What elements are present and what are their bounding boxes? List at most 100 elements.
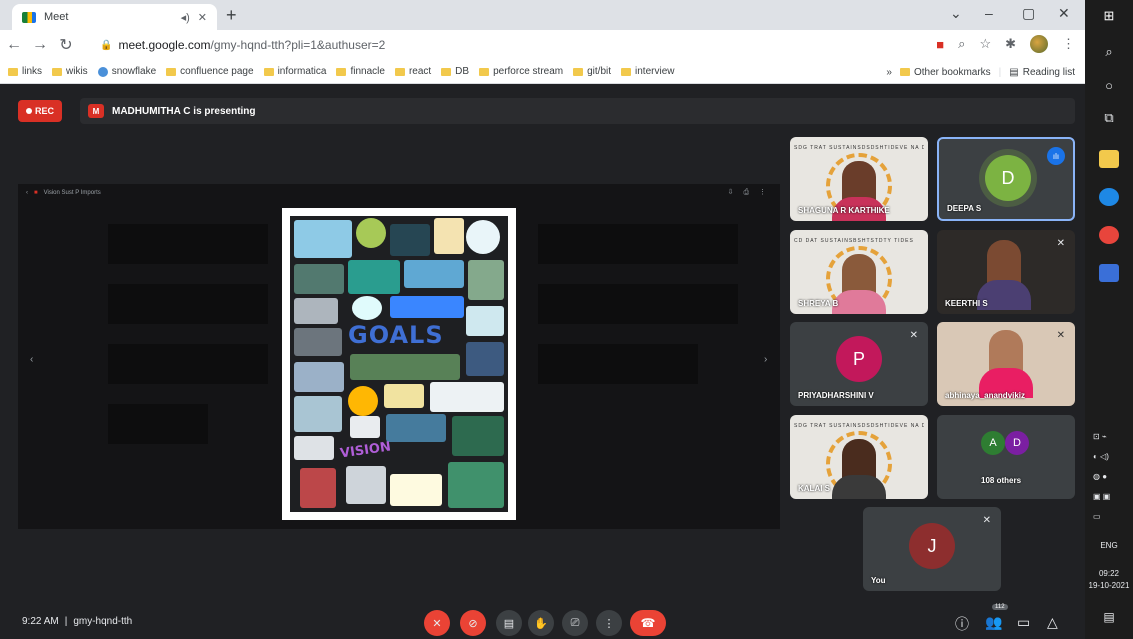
record-dot-icon (25, 108, 32, 114)
next-slide-icon[interactable]: › (764, 354, 767, 365)
profile-avatar[interactable] (1030, 35, 1048, 53)
bookmark-git[interactable]: git/bit (573, 66, 611, 77)
menu-kebab-icon[interactable]: ⋮ (1062, 36, 1075, 52)
zoom-icon[interactable]: ⌕ (958, 36, 965, 52)
tray-app2-icon[interactable]: ▣ ▣ (1093, 492, 1110, 501)
collage-image (466, 342, 504, 376)
participant-tile[interactable]: D ılı DEEPA S (937, 137, 1075, 221)
collage-image (294, 328, 342, 356)
participant-tile[interactable]: P ✕ PRIYADHARSHINI V (790, 322, 928, 406)
globe-icon (97, 66, 108, 77)
bookmark-finnacle[interactable]: finnacle (336, 66, 385, 77)
bookmark-react[interactable]: react (394, 66, 431, 77)
reload-icon[interactable]: ↻ (54, 35, 78, 55)
shared-screen: ‹ ■ Vision Sust P Imports ⇩ ⎙ ⋮ ‹ › GOAL… (18, 184, 780, 529)
extensions-icon[interactable]: ✱ (1005, 36, 1016, 52)
participant-name: SHREYA B (798, 299, 839, 308)
forward-arrow-icon[interactable]: → (28, 36, 52, 54)
participant-tile[interactable]: CD DAT SUSTAINSBSHTSTDTY TIDES SHREYA B (790, 230, 928, 314)
participant-avatar: P (836, 336, 882, 382)
bookmark-perforce[interactable]: perforce stream (479, 66, 563, 77)
participant-tile[interactable]: SDG TRAT SUSTAINSDSDSHTIDEVE NA DE SHAGU… (790, 137, 928, 221)
tray-display-icon[interactable]: ▭ (1093, 512, 1101, 521)
presenting-banner: M MADHUMITHA C is presenting (80, 98, 1075, 124)
tray-app-icon[interactable]: ◍ ● (1093, 472, 1107, 481)
folder-icon (441, 67, 452, 76)
present-button[interactable]: ⎚ (562, 610, 588, 636)
bookmark-snowflake[interactable]: snowflake (97, 66, 156, 77)
people-icon[interactable]: 👥 (985, 614, 1002, 631)
participant-body (832, 290, 886, 314)
chrome-icon[interactable] (1099, 226, 1119, 244)
bookmark-wikis[interactable]: wikis (52, 66, 88, 77)
chat-icon[interactable]: ▭ (1017, 614, 1030, 631)
bookmark-confluence[interactable]: confluence page (166, 66, 254, 77)
minimize-button[interactable]: – (985, 5, 993, 21)
folder-icon (8, 67, 18, 76)
cortana-icon[interactable]: ○ (1085, 78, 1133, 93)
maximize-button[interactable]: ▢ (1022, 5, 1035, 22)
bookmark-informatica[interactable]: informatica (263, 66, 326, 77)
self-avatar: J (909, 523, 955, 569)
folder-icon (394, 67, 405, 76)
clock-time[interactable]: 09:22 (1085, 568, 1133, 580)
folder-icon (52, 67, 63, 76)
participant-tile[interactable]: ✕ abhinaya_anandvikiz (937, 322, 1075, 406)
mic-off-button[interactable]: ✕ (424, 610, 450, 636)
clock-date[interactable]: 19-10-2021 (1085, 580, 1133, 592)
back-arrow-icon[interactable]: ← (2, 36, 26, 54)
close-window-button[interactable]: ✕ (1058, 5, 1070, 22)
collage-image (386, 414, 446, 442)
end-call-button[interactable]: ☎ (630, 610, 666, 636)
participant-name: DEEPA S (947, 204, 982, 213)
participant-tile[interactable]: ✕ KEERTHI S (937, 230, 1075, 314)
tray-network-icon[interactable]: ⊡ ⌁ (1093, 432, 1107, 441)
participant-name: KEERTHI S (945, 299, 988, 308)
reading-list[interactable]: ▤ Reading list (1009, 67, 1075, 78)
search-icon[interactable]: ⌕ (1085, 44, 1133, 60)
participant-avatar: D (985, 155, 1031, 201)
windows-start-icon[interactable]: ⊞ (1085, 8, 1133, 24)
more-bookmarks-button[interactable]: » (886, 67, 892, 78)
collage-image (390, 224, 430, 256)
prev-slide-icon[interactable]: ‹ (30, 354, 33, 365)
url-field[interactable]: 🔒 meet.google.com/gmy-hqnd-tth?pli=1&aut… (100, 35, 900, 55)
language-indicator[interactable]: ENG (1085, 540, 1133, 552)
meeting-time: 9:22 AM (22, 616, 59, 627)
raise-hand-button[interactable]: ✋ (528, 610, 554, 636)
tab-search-icon[interactable]: ⌄ (950, 5, 962, 22)
meeting-details-icon[interactable]: ⓘ (955, 614, 969, 634)
tray-volume-icon[interactable]: ◐ ◁) (1093, 452, 1109, 461)
notifications-icon[interactable]: ▤ (1085, 610, 1133, 624)
collage-image (352, 296, 382, 320)
self-tile[interactable]: J ✕ You (863, 507, 1001, 591)
close-tab-icon[interactable]: ✕ (198, 11, 207, 24)
back-icon: ‹ (26, 190, 28, 196)
edge-icon[interactable] (1099, 188, 1119, 206)
file-explorer-icon[interactable] (1099, 150, 1119, 168)
participant-name: SHAGUNA R KARTHIKE (798, 206, 890, 215)
mic-off-icon: ✕ (982, 515, 991, 526)
lock-icon: 🔒 (100, 39, 113, 51)
new-tab-button[interactable]: + (226, 5, 237, 26)
bookmark-links[interactable]: links (8, 66, 42, 77)
camera-in-use-icon[interactable]: ■ (936, 37, 944, 52)
bookmark-db[interactable]: DB (441, 66, 469, 77)
collage: GOALS VISION (290, 216, 508, 512)
blurred-text-block (538, 284, 738, 324)
task-view-icon[interactable]: ⧉ (1085, 110, 1133, 126)
captions-button[interactable]: ▤ (496, 610, 522, 636)
participant-tile[interactable]: SDG TRAT SUSTAINSDSDSHTIDEVE NA DE KALAI… (790, 415, 928, 499)
bookmark-interview[interactable]: interview (621, 66, 674, 77)
audio-playing-icon[interactable]: ◂) (181, 11, 190, 24)
other-bookmarks[interactable]: Other bookmarks (899, 67, 991, 78)
collage-image (390, 296, 464, 318)
browser-tab[interactable]: Meet ◂) ✕ (12, 4, 217, 30)
more-options-button[interactable]: ⋮ (596, 610, 622, 636)
blurred-text-block (108, 284, 268, 324)
bookmark-star-icon[interactable]: ☆ (979, 36, 991, 52)
others-tile[interactable]: A D 108 others (937, 415, 1075, 499)
activities-icon[interactable]: △ (1047, 614, 1058, 631)
camera-off-button[interactable]: ⊘ (460, 610, 486, 636)
outlook-icon[interactable] (1099, 264, 1119, 282)
